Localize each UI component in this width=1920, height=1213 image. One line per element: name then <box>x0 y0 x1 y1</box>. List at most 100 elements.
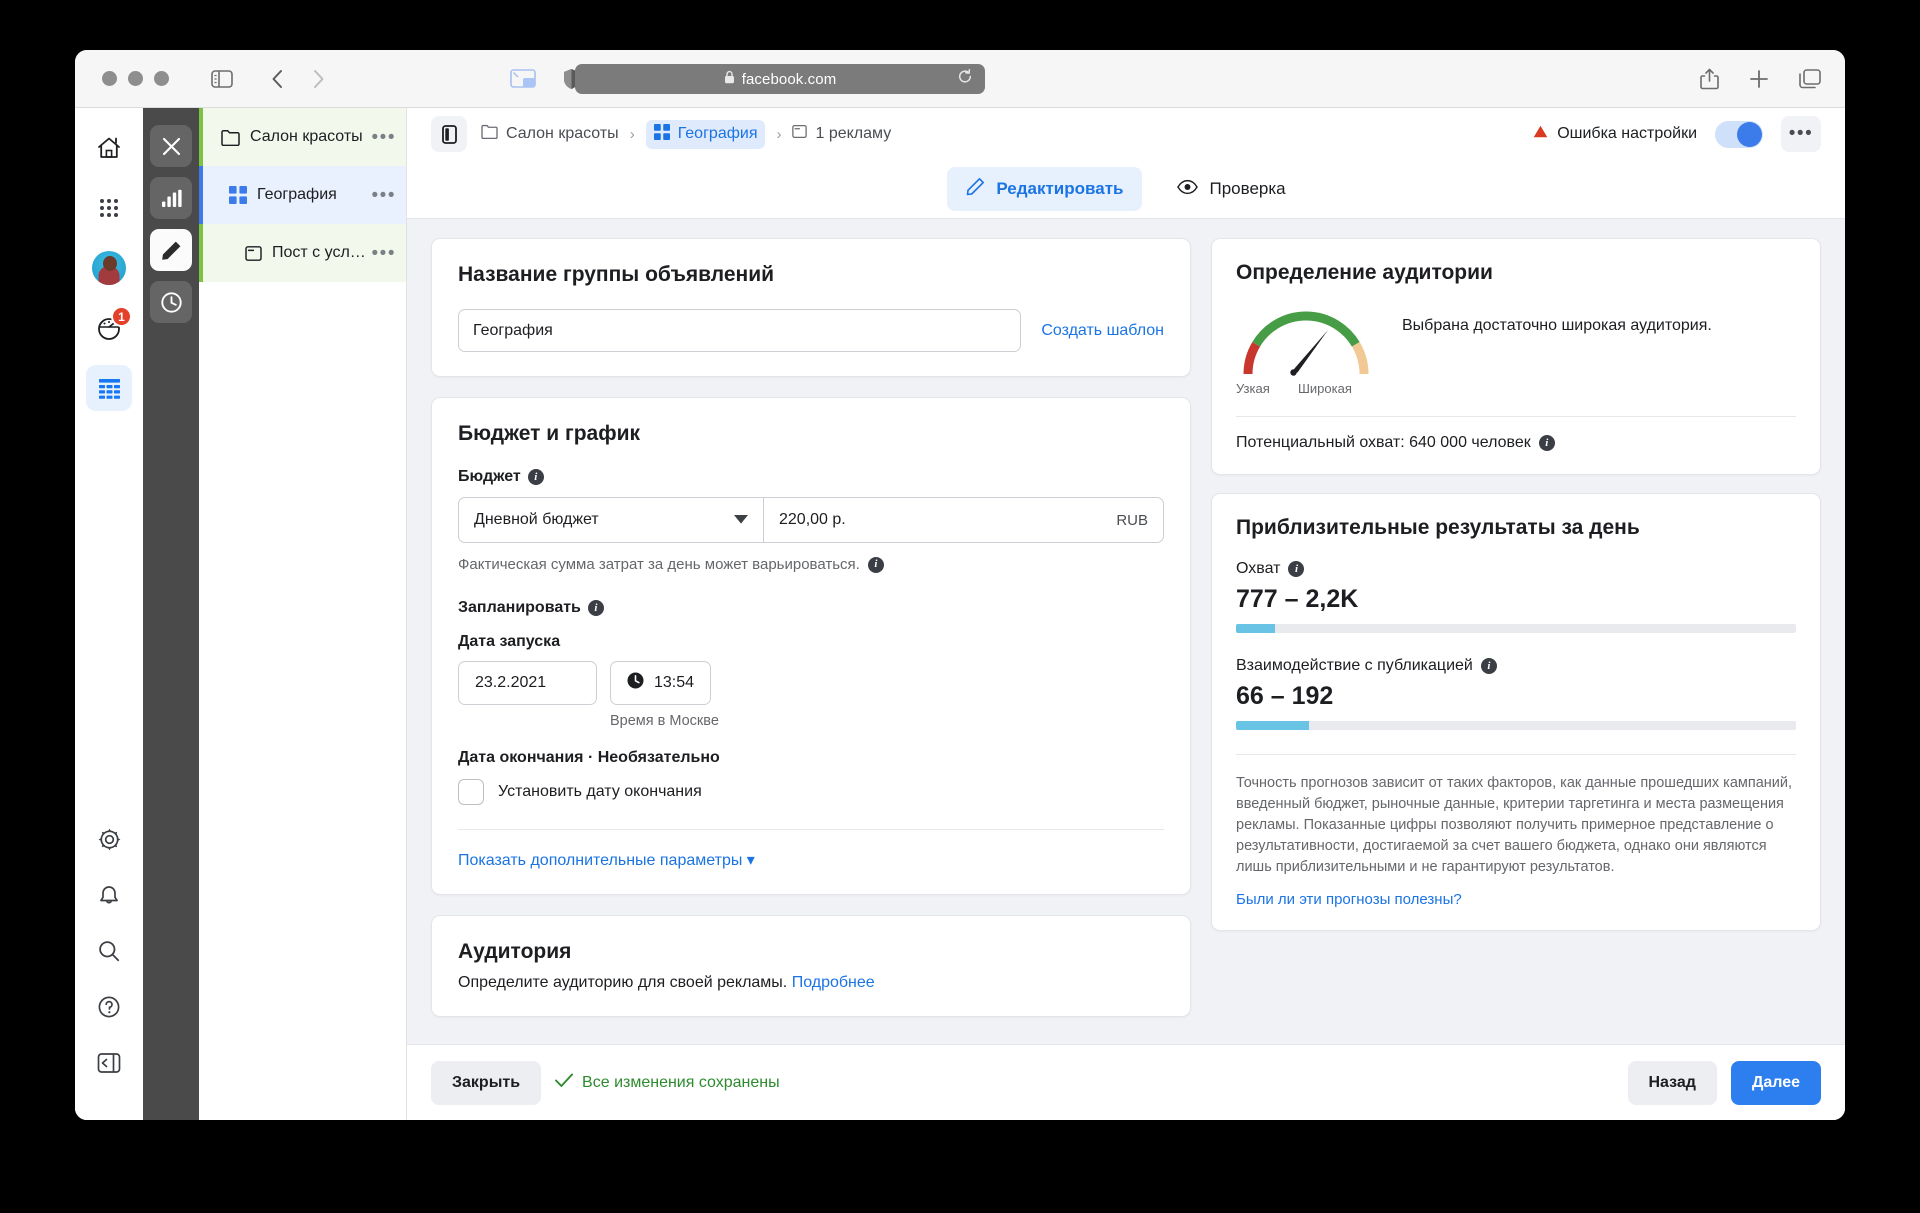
tree-row-menu-button[interactable]: ••• <box>372 186 396 205</box>
folder-icon <box>481 124 498 144</box>
info-icon[interactable]: i <box>1288 561 1305 577</box>
back-button-icon[interactable] <box>271 69 284 89</box>
estimates-note-block: Точность прогнозов зависит от таких факт… <box>1236 754 1796 908</box>
tab-overview-icon[interactable] <box>510 69 536 88</box>
panel-toggle-icon[interactable] <box>431 116 467 152</box>
tree-row-ad[interactable]: Пост с услугой ••• <box>199 224 406 282</box>
tree-row-campaign[interactable]: Салон красоты ••• <box>199 108 406 166</box>
end-date-checkbox-row[interactable]: Установить дату окончания <box>458 779 1164 805</box>
info-icon[interactable]: i <box>527 469 544 485</box>
bar-chart-icon[interactable] <box>150 177 192 219</box>
avatar-image <box>92 251 126 285</box>
audience-subtitle: Определите аудиторию для своей рекламы. <box>458 974 788 991</box>
avatar[interactable] <box>86 245 132 291</box>
tree-row-label: Пост с услугой <box>272 244 372 261</box>
budget-label-text: Бюджет <box>458 468 521 485</box>
create-template-link[interactable]: Создать шаблон <box>1041 322 1164 340</box>
tree-row-menu-button[interactable]: ••• <box>372 128 396 147</box>
forward-button-icon[interactable] <box>312 69 325 89</box>
potential-reach-text: Потенциальный охват: 640 000 человек <box>1236 434 1531 451</box>
tree-row-menu-button[interactable]: ••• <box>372 244 396 263</box>
close-button[interactable]: Закрыть <box>431 1060 542 1105</box>
lock-icon <box>724 70 735 89</box>
pencil-icon[interactable] <box>150 229 192 271</box>
back-button[interactable]: Назад <box>1627 1060 1717 1105</box>
folder-icon <box>221 129 240 146</box>
end-date-label: Дата окончания · Необязательно <box>458 749 720 766</box>
metric-label-row: Взаимодействие с публикацией i <box>1236 657 1796 675</box>
minimize-window-button[interactable] <box>128 71 143 86</box>
set-end-date-checkbox[interactable] <box>458 779 484 805</box>
start-time-input[interactable]: 13:54 <box>610 661 712 705</box>
adset-grid-icon <box>229 186 247 204</box>
breadcrumb-item-ads[interactable]: 1 рекламу <box>792 124 891 144</box>
plus-icon[interactable] <box>1749 69 1769 89</box>
campaign-tree: Салон красоты ••• География ••• Пост с у… <box>199 108 407 1120</box>
potential-reach-row: Потенциальный охват: 640 000 человек i <box>1236 416 1796 452</box>
adset-status-toggle[interactable] <box>1715 120 1763 148</box>
bell-icon[interactable] <box>86 872 132 918</box>
tree-accent-bar <box>199 108 203 166</box>
header-more-button[interactable]: ••• <box>1781 116 1821 152</box>
info-icon[interactable]: i <box>1538 435 1555 451</box>
next-button[interactable]: Далее <box>1730 1060 1821 1105</box>
breadcrumb: Салон красоты › География › 1 рекламу Ош… <box>431 108 1821 160</box>
start-date-input[interactable]: 23.2.2021 <box>458 661 597 705</box>
sidebar-toggle-icon[interactable] <box>211 69 233 88</box>
show-advanced-options-link[interactable]: Показать дополнительные параметры ▾ <box>458 852 755 869</box>
side-column: Определение аудитории Узкая Широкая Выбр… <box>1211 238 1821 1044</box>
estimates-feedback-link[interactable]: Были ли эти прогнозы полезны? <box>1236 891 1796 908</box>
gear-icon[interactable] <box>86 816 132 862</box>
facebook-left-rail: 1 <box>75 108 143 1120</box>
budget-amount-input[interactable]: 220,00 р. RUB <box>764 498 1163 542</box>
help-icon[interactable] <box>86 984 132 1030</box>
budget-schedule-card: Бюджет и график Бюджет i Дневной бюджет <box>431 397 1191 895</box>
speedometer-icon[interactable]: 1 <box>86 305 132 351</box>
table-icon[interactable] <box>86 365 132 411</box>
page-body: 1 Салон красоты ••• География ••• Пост с… <box>75 108 1845 1120</box>
save-status-text: Все изменения сохранены <box>582 1073 780 1091</box>
potential-reach-line: Потенциальный охват: 640 000 человек i <box>1236 434 1796 452</box>
maximize-window-button[interactable] <box>154 71 169 86</box>
footer-right-group: Назад Далее <box>1627 1060 1821 1105</box>
metric-block-reach: Охват i 777 – 2,2K <box>1236 560 1796 633</box>
start-datetime-row: 23.2.2021 13:54 <box>458 661 1164 705</box>
reload-icon[interactable] <box>957 68 973 90</box>
home-icon[interactable] <box>86 125 132 171</box>
audience-learn-more-link[interactable]: Подробнее <box>792 974 875 991</box>
share-icon[interactable] <box>1700 68 1719 90</box>
form-column: Название группы объявлений География Соз… <box>431 238 1191 1044</box>
tab-review[interactable]: Проверка <box>1158 169 1304 210</box>
daily-estimates-card: Приблизительные результаты за день Охват… <box>1211 493 1821 932</box>
close-window-button[interactable] <box>102 71 117 86</box>
collapse-panel-icon[interactable] <box>86 1040 132 1086</box>
audience-definition-card: Определение аудитории Узкая Широкая Выбр… <box>1211 238 1821 475</box>
gauge-scale-labels: Узкая Широкая <box>1236 381 1376 396</box>
info-icon[interactable]: i <box>1480 658 1497 674</box>
timezone-note: Время в Москве <box>610 713 719 729</box>
info-icon[interactable]: i <box>867 556 884 573</box>
info-icon[interactable]: i <box>587 600 604 616</box>
tree-row-adset[interactable]: География ••• <box>199 166 406 224</box>
grid-menu-icon[interactable] <box>86 185 132 231</box>
tab-edit[interactable]: Редактировать <box>947 167 1143 211</box>
toolbar-right-group <box>1700 68 1821 90</box>
breadcrumb-item-adset[interactable]: География <box>645 119 766 149</box>
clock-icon[interactable] <box>150 281 192 323</box>
rail-bottom-group <box>86 816 132 1120</box>
notification-badge: 1 <box>111 306 132 327</box>
search-icon[interactable] <box>86 928 132 974</box>
ad-card-icon <box>245 245 262 262</box>
address-bar[interactable]: facebook.com <box>575 64 985 94</box>
metric-label-row: Охват i <box>1236 560 1796 578</box>
close-icon[interactable] <box>150 125 192 167</box>
budget-note-row: Фактическая сумма затрат за день может в… <box>458 556 1164 573</box>
adset-name-input[interactable]: География <box>458 309 1022 352</box>
schedule-field-label: Запланировать i <box>458 599 1164 617</box>
audience-card-subtitle-row: Определите аудиторию для своей рекламы. … <box>458 974 1164 992</box>
copy-tabs-icon[interactable] <box>1799 68 1821 89</box>
content-scroll-area[interactable]: Название группы объявлений География Соз… <box>407 219 1845 1044</box>
breadcrumb-item-campaign[interactable]: Салон красоты <box>481 124 619 144</box>
budget-type-select[interactable]: Дневной бюджет <box>459 498 764 542</box>
window-traffic-lights[interactable] <box>102 71 169 86</box>
